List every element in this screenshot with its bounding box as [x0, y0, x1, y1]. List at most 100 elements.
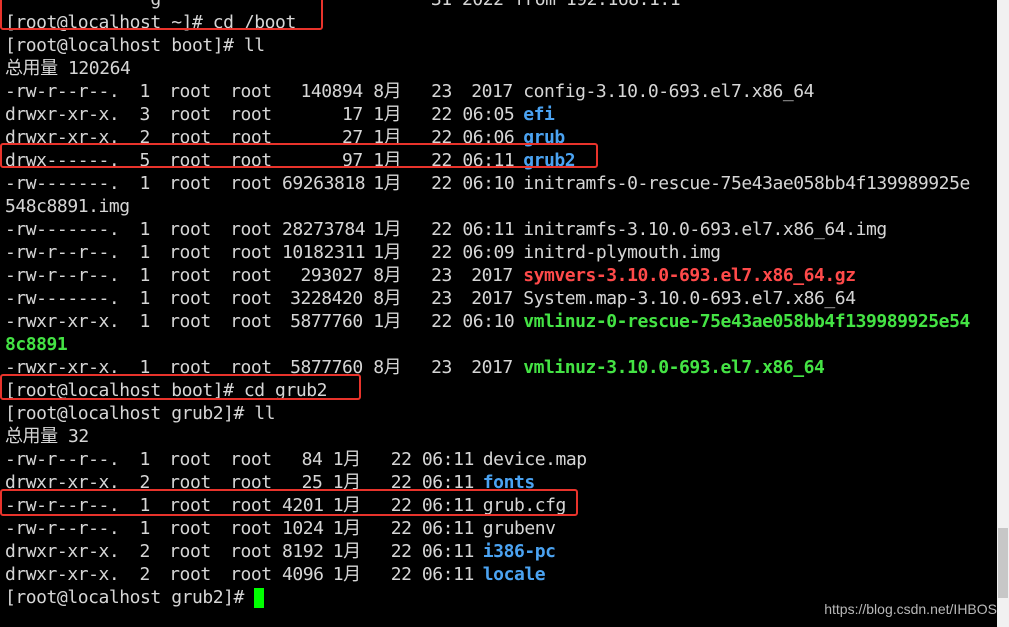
file-name: vmlinuz-0-rescue-75e43ae058bb4f139989925…	[523, 311, 970, 332]
file-size: 69263818	[282, 173, 366, 194]
file-owner: root	[169, 472, 211, 493]
file-perms: -rw-r--r--.	[5, 265, 120, 286]
file-owner: root	[169, 564, 211, 585]
file-perms: -rw-r--r--.	[5, 242, 120, 263]
file-group: root	[230, 81, 272, 102]
file-name: efi	[523, 104, 555, 125]
file-group: root	[230, 127, 272, 148]
file-name: grub.cfg	[482, 495, 567, 516]
file-size: 25	[301, 472, 323, 493]
file-month: 1月	[373, 127, 402, 148]
file-time: 06:11	[462, 219, 515, 240]
file-owner: root	[169, 541, 211, 562]
file-links: 5	[139, 150, 150, 171]
file-owner: root	[169, 518, 211, 539]
file-perms: drwxr-xr-x.	[5, 127, 120, 148]
file-name-continued: 548c8891.img	[5, 196, 130, 217]
listing-row: -rw-r--r--. 1 root root 140894 8月 23 201…	[5, 80, 814, 103]
listing-row: -rwxr-xr-x. 1 root root 5877760 1月 22 06…	[5, 310, 970, 333]
vertical-scrollbar[interactable]	[997, 0, 1009, 627]
file-time: 06:06	[462, 127, 515, 148]
file-name: grubenv	[482, 518, 556, 539]
file-size: 8192	[282, 541, 324, 562]
listing-row: -rw-r--r--. 1 root root 84 1月 22 06:11 d…	[5, 448, 587, 471]
file-group: root	[230, 311, 272, 332]
file-owner: root	[169, 311, 211, 332]
total-boot: 总用量 120264	[5, 58, 131, 79]
file-perms: -rw-r--r--.	[5, 518, 120, 539]
file-name: initramfs-3.10.0-693.el7.x86_64.img	[523, 219, 887, 240]
listing-row: -rw-------. 1 root root 28273784 1月 22 0…	[5, 218, 887, 241]
listing-row: drwxr-xr-x. 2 root root 25 1月 22 06:11 f…	[5, 471, 535, 494]
file-size: 17	[342, 104, 363, 125]
file-group: root	[230, 357, 272, 378]
file-owner: root	[169, 127, 211, 148]
file-perms: -rw-------.	[5, 173, 120, 194]
file-time: 06:11	[421, 449, 474, 470]
file-day: 22	[390, 541, 412, 562]
file-owner: root	[169, 104, 211, 125]
file-time: 06:10	[462, 311, 515, 332]
listing-row: drwxr-xr-x. 3 root root 17 1月 22 06:05 e…	[5, 103, 555, 126]
file-size: 28273784	[282, 219, 366, 240]
file-month: 1月	[373, 173, 402, 194]
file-time: 06:11	[421, 518, 474, 539]
file-group: root	[230, 288, 272, 309]
file-group: root	[230, 495, 272, 516]
listing-row: -rw-------. 1 root root 69263818 1月 22 0…	[5, 172, 970, 195]
file-perms: drwxr-xr-x.	[5, 541, 120, 562]
file-links: 1	[139, 219, 150, 240]
file-name: i386-pc	[482, 541, 556, 562]
file-links: 2	[139, 564, 150, 585]
file-size: 4096	[282, 564, 324, 585]
file-perms: drwx------.	[5, 150, 120, 171]
file-links: 1	[139, 311, 150, 332]
file-day: 22	[431, 104, 452, 125]
file-day: 23	[431, 265, 452, 286]
terminal-window[interactable]: g 31 2022 from 192.168.1.1 [root@localho…	[0, 0, 997, 627]
file-owner: root	[169, 150, 211, 171]
file-group: root	[230, 242, 272, 263]
file-day: 22	[390, 472, 412, 493]
file-month: 1月	[373, 104, 402, 125]
file-day: 22	[390, 564, 412, 585]
scrollbar-thumb[interactable]	[998, 528, 1008, 598]
file-day: 23	[431, 357, 452, 378]
total-grub2: 总用量 32	[5, 426, 89, 447]
file-links: 2	[139, 127, 150, 148]
file-group: root	[230, 150, 272, 171]
listing-row-continuation: 548c8891.img	[5, 195, 130, 218]
file-owner: root	[169, 242, 211, 263]
listing-row-continuation: 8c8891	[5, 333, 68, 356]
listing-row: drwxr-xr-x. 2 root root 4096 1月 22 06:11…	[5, 563, 546, 586]
file-perms: -rw-r--r--.	[5, 449, 120, 470]
file-owner: root	[169, 288, 211, 309]
file-month: 1月	[332, 495, 361, 516]
file-month: 8月	[373, 81, 402, 102]
file-name: symvers-3.10.0-693.el7.x86_64.gz	[523, 265, 856, 286]
file-owner: root	[169, 449, 211, 470]
file-size: 10182311	[282, 242, 366, 263]
partial-output-line: g 31 2022 from 192.168.1.1	[5, 0, 680, 11]
file-links: 1	[139, 495, 150, 516]
file-month: 8月	[373, 288, 402, 309]
file-group: root	[230, 219, 272, 240]
file-month: 1月	[332, 472, 361, 493]
file-time: 06:11	[421, 564, 474, 585]
file-group: root	[230, 472, 272, 493]
command-cd-grub2: [root@localhost boot]# cd grub2	[5, 380, 327, 401]
file-time: 2017	[471, 265, 513, 286]
file-links: 1	[139, 449, 150, 470]
file-group: root	[230, 541, 272, 562]
file-size: 5877760	[290, 311, 363, 332]
file-owner: root	[169, 81, 211, 102]
listing-row: drwx------. 5 root root 97 1月 22 06:11 g…	[5, 149, 576, 172]
file-name: device.map	[482, 449, 587, 470]
active-prompt-line[interactable]: [root@localhost grub2]#	[5, 586, 265, 609]
file-links: 1	[139, 173, 150, 194]
file-group: root	[230, 518, 272, 539]
file-size: 1024	[282, 518, 324, 539]
file-group: root	[230, 449, 272, 470]
file-perms: -rw-r--r--.	[5, 495, 120, 516]
file-day: 23	[431, 81, 452, 102]
